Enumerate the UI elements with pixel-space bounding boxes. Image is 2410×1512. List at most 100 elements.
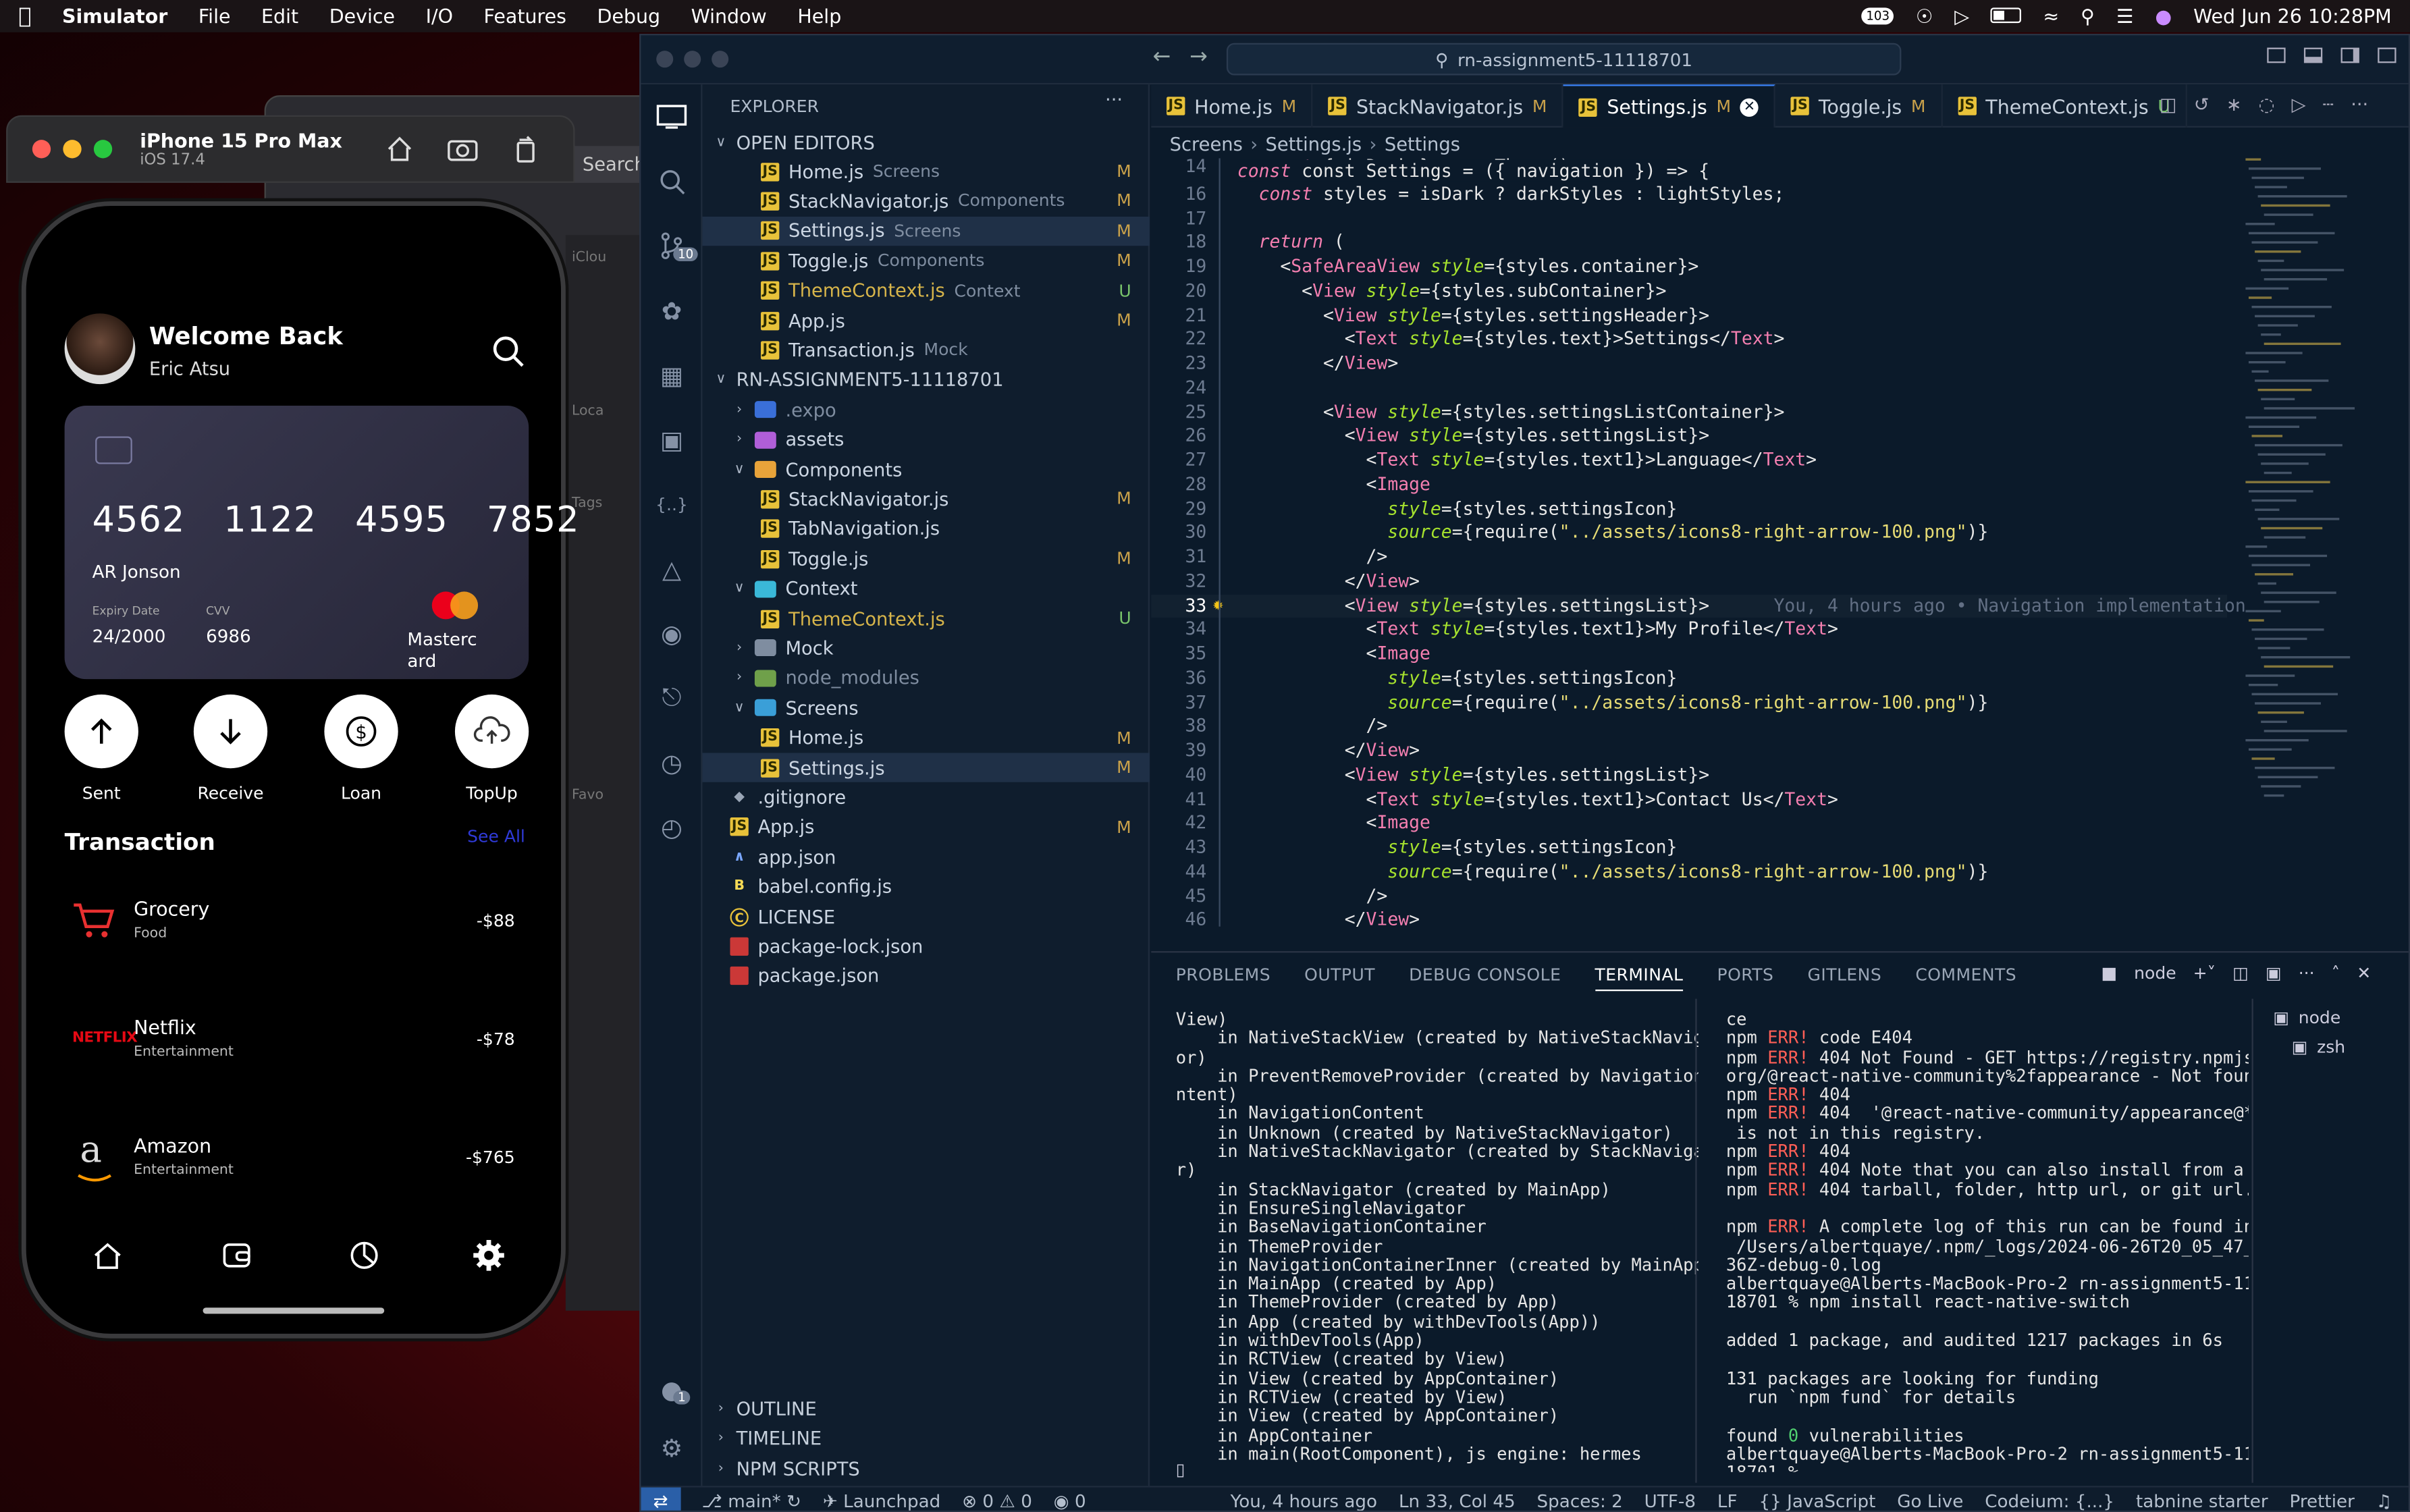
file-item[interactable]: ◆ .gitignore — [702, 783, 1150, 812]
tab-stacknavigator-js[interactable]: JS StackNavigator.js M — [1313, 84, 1564, 128]
file-item[interactable]: JS Home.js M — [702, 723, 1150, 752]
code-area[interactable]: 14 const { isDark } = useTheme();16 cons… — [1151, 155, 2245, 951]
open-editor-item[interactable]: JS Transaction.js Mock — [702, 335, 1150, 364]
home-icon[interactable] — [92, 1240, 124, 1271]
transaction-row[interactable]: NETFLIX Netflix Entertainment -$78 — [72, 1003, 521, 1080]
terminal-split-divider[interactable] — [1695, 998, 1697, 1483]
run-icon[interactable]: ▷ — [2292, 94, 2306, 115]
minimize-window-button[interactable] — [63, 140, 82, 159]
file-item[interactable]: JS App.js M — [702, 813, 1150, 842]
home-icon[interactable] — [385, 135, 413, 163]
terminal-list-item[interactable]: ▣ zsh — [2292, 1037, 2345, 1058]
file-item[interactable]: JS ThemeContext.js U — [702, 604, 1150, 633]
panel-tab-ports[interactable]: PORTS — [1717, 965, 1774, 992]
terminal-list-item[interactable]: ▣ node — [2273, 1008, 2345, 1028]
launchpad-indicator[interactable]: ✈ Launchpad — [823, 1490, 940, 1511]
toggle-secondary-sidebar-icon[interactable] — [2340, 47, 2359, 63]
folder-item[interactable]: ∨ Screens — [702, 693, 1150, 722]
see-all-link[interactable]: See All — [467, 827, 525, 847]
menubar-clock[interactable]: Wed Jun 26 10:28PM — [2193, 5, 2392, 28]
control-center-icon[interactable]: ☰ — [2116, 5, 2134, 28]
split-editor-icon[interactable]: ◫ — [2160, 94, 2177, 115]
menu-item-edit[interactable]: Edit — [261, 5, 298, 28]
open-editor-item[interactable]: JS Toggle.js Components M — [702, 246, 1150, 275]
file-item[interactable]: JS TabNavigation.js — [702, 514, 1150, 543]
folder-item[interactable]: ∨ Components — [702, 455, 1150, 484]
transaction-row[interactable]: a Amazon Entertainment -$765 — [72, 1122, 521, 1199]
split-terminal-icon[interactable]: ◫ — [2232, 963, 2249, 983]
siri-icon[interactable]: ● — [2155, 5, 2172, 28]
open-editor-item[interactable]: JS StackNavigator.js Components M — [702, 186, 1150, 215]
zoom-window-button[interactable] — [93, 140, 113, 159]
file-item[interactable]: JS Settings.js M — [702, 753, 1150, 782]
panel-tab-gitlens[interactable]: GITLENS — [1808, 965, 1882, 992]
accounts-icon[interactable]: ● 1 — [655, 1372, 691, 1406]
action-sent[interactable]: Sent — [64, 694, 138, 804]
more-icon[interactable]: ··· — [2299, 963, 2315, 983]
source-control-icon[interactable]: 10 — [655, 229, 699, 263]
maximize-panel-icon[interactable]: ˄ — [2332, 963, 2340, 983]
testing-icon[interactable]: △ — [655, 551, 689, 585]
breadcrumb-item[interactable]: Screens — [1170, 134, 1243, 155]
more-actions-icon[interactable]: ··· — [1105, 89, 1123, 111]
action-topup[interactable]: TopUp — [454, 694, 529, 804]
folder-item[interactable]: › node_modules — [702, 664, 1150, 693]
menu-item-file[interactable]: File — [198, 5, 231, 28]
go-live-button[interactable]: Go Live — [1897, 1490, 1963, 1511]
notifications-bell-icon[interactable]: ♫ — [2376, 1490, 2392, 1511]
play-icon[interactable]: ▷ — [1954, 5, 1969, 28]
wallet-icon[interactable] — [221, 1240, 252, 1271]
gear-icon[interactable] — [472, 1239, 506, 1272]
credit-card[interactable]: 4562 1122 4595 7852 AR Jonson Expiry Dat… — [64, 405, 579, 680]
new-terminal-icon[interactable]: +˅ — [2193, 963, 2216, 983]
encoding[interactable]: UTF-8 — [1644, 1490, 1696, 1511]
remote-indicator-icon[interactable]: ⇄ — [641, 1486, 680, 1511]
project-root[interactable]: ∨ RN-ASSIGNMENT5-11118701 — [702, 365, 1150, 394]
file-item[interactable]: JS Toggle.js M — [702, 544, 1150, 573]
minimize-window-button[interactable] — [684, 51, 701, 68]
json-icon[interactable]: {..} — [655, 487, 689, 521]
panel-tab-terminal[interactable]: TERMINAL — [1595, 965, 1684, 992]
timeline-icon[interactable]: ◷ — [655, 745, 689, 779]
breadcrumb-item[interactable]: Settings — [1385, 134, 1460, 155]
section-outline[interactable]: › OUTLINE — [702, 1394, 1150, 1423]
open-editor-item[interactable]: JS App.js M — [702, 306, 1150, 335]
menu-item-io[interactable]: I/O — [426, 5, 453, 28]
wifi-icon[interactable]: ≈ — [2043, 5, 2059, 28]
menu-app-name[interactable]: Simulator — [62, 5, 167, 28]
tab-home-js[interactable]: JS Home.js M — [1151, 84, 1314, 128]
menu-item-device[interactable]: Device — [329, 5, 395, 28]
screenshot-icon[interactable] — [448, 135, 479, 163]
language-mode[interactable]: {} JavaScript — [1759, 1490, 1875, 1511]
menu-item-debug[interactable]: Debug — [597, 5, 660, 28]
trash-icon[interactable]: ▣ — [2266, 963, 2282, 983]
history-icon[interactable]: ◴ — [655, 810, 689, 844]
extensions-icon[interactable]: ▦ — [655, 358, 689, 392]
notification-badge-icon[interactable]: 103 — [1861, 7, 1894, 25]
tabnine-status[interactable]: tabnine starter — [2136, 1490, 2268, 1511]
breadcrumb-item[interactable]: Settings.js — [1266, 134, 1362, 155]
panel-tab-debug-console[interactable]: DEBUG CONSOLE — [1409, 965, 1561, 992]
eol[interactable]: LF — [1717, 1490, 1738, 1511]
section-npm-scripts[interactable]: › NPM SCRIPTS — [702, 1453, 1150, 1482]
panel-tab-output[interactable]: OUTPUT — [1304, 965, 1375, 992]
tab-themecontext-js[interactable]: JS ThemeContext.js U — [1943, 84, 2187, 128]
branch-indicator[interactable]: ⎇ main* ↻ — [702, 1490, 801, 1511]
more-icon[interactable]: ··· — [2351, 94, 2368, 115]
toggle-panel-icon[interactable] — [2303, 47, 2323, 63]
file-item[interactable]: Bbabel.config.js — [702, 872, 1150, 901]
go-live-icon[interactable]: ◌ — [2259, 94, 2275, 115]
panel-tab-comments[interactable]: COMMENTS — [1915, 965, 2016, 992]
action-receive[interactable]: Receive — [193, 694, 268, 804]
indentation[interactable]: Spaces: 2 — [1537, 1490, 1623, 1511]
transaction-row[interactable]: Grocery Food -$88 — [72, 885, 521, 962]
search-icon[interactable] — [492, 335, 526, 369]
open-editor-item[interactable]: JS ThemeContext.js Context U — [702, 276, 1150, 305]
ports-indicator[interactable]: ◉ 0 — [1054, 1490, 1086, 1511]
section-timeline[interactable]: › TIMELINE — [702, 1424, 1150, 1453]
open-changes-icon[interactable]: ∗ — [2226, 94, 2242, 115]
panel-tab-problems[interactable]: PROBLEMS — [1176, 965, 1270, 992]
close-tab-icon[interactable]: ✕ — [1740, 97, 1759, 116]
command-center-search[interactable]: ⚲ rn-assignment5-11118701 — [1226, 43, 1902, 76]
avatar[interactable] — [64, 313, 136, 385]
